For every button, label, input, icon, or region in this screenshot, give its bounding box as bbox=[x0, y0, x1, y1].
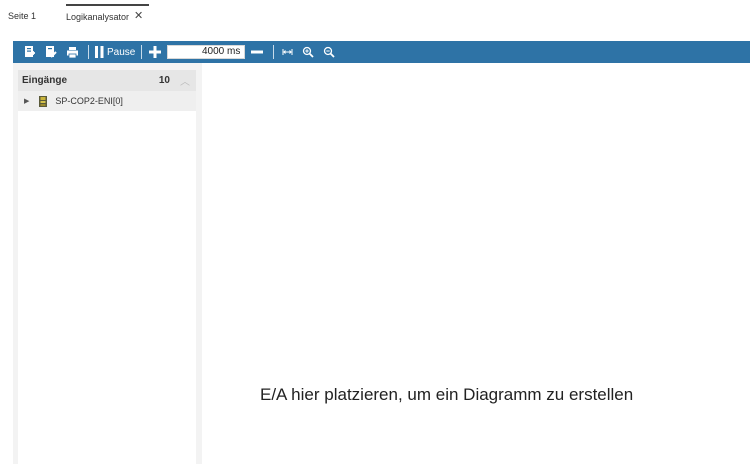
drop-hint-text: E/A hier platzieren, um ein Diagramm zu … bbox=[260, 385, 634, 404]
chevron-up-icon[interactable]: ︿ bbox=[180, 73, 190, 88]
tree-item-label: SP-COP2-ENI[0] bbox=[55, 96, 123, 106]
toolbar-separator bbox=[273, 45, 275, 59]
inputs-count: 10 bbox=[158, 75, 170, 86]
print-icon[interactable] bbox=[63, 43, 81, 61]
zoom-out-icon[interactable] bbox=[320, 43, 338, 61]
left-pane: Eingänge 10 ︿ ▶ SP-COP2-ENI[0] bbox=[13, 63, 202, 464]
tree-item-device[interactable]: ▶ SP-COP2-ENI[0] bbox=[18, 91, 196, 111]
plus-icon[interactable] bbox=[146, 43, 164, 61]
time-span-input[interactable]: 4000 ms bbox=[167, 45, 246, 59]
toolbar-separator bbox=[88, 45, 89, 59]
tab-seite-1[interactable]: Seite 1 bbox=[8, 6, 36, 26]
pause-button[interactable]: Pause bbox=[107, 47, 135, 58]
inputs-panel: Eingänge 10 ︿ ▶ SP-COP2-ENI[0] bbox=[18, 70, 196, 464]
document-tab-bar: Seite 1 Logikanalysator ✕ bbox=[0, 0, 750, 40]
expand-caret-icon[interactable]: ▶ bbox=[24, 97, 29, 105]
pause-icon[interactable] bbox=[93, 43, 105, 61]
close-icon[interactable]: ✕ bbox=[134, 11, 143, 22]
logic-analyzer-toolbar: Pause 4000 ms bbox=[13, 41, 750, 63]
device-icon bbox=[39, 95, 48, 107]
fit-width-icon[interactable] bbox=[278, 43, 296, 61]
tab-logikanalysator[interactable]: Logikanalysator ✕ bbox=[66, 4, 150, 26]
minus-icon[interactable] bbox=[248, 43, 266, 61]
edit-input-icon[interactable] bbox=[42, 43, 60, 61]
inputs-panel-title: Eingänge bbox=[22, 75, 68, 86]
tab-label: Seite 1 bbox=[8, 11, 37, 21]
inputs-panel-header[interactable]: Eingänge 10 ︿ bbox=[18, 70, 196, 91]
add-input-icon[interactable] bbox=[21, 43, 39, 61]
diagram-drop-area[interactable]: E/A hier platzieren, um ein Diagramm zu … bbox=[202, 63, 750, 464]
tab-label: Logikanalysator bbox=[66, 11, 130, 22]
toolbar-separator bbox=[141, 45, 143, 59]
zoom-in-icon[interactable] bbox=[299, 43, 317, 61]
